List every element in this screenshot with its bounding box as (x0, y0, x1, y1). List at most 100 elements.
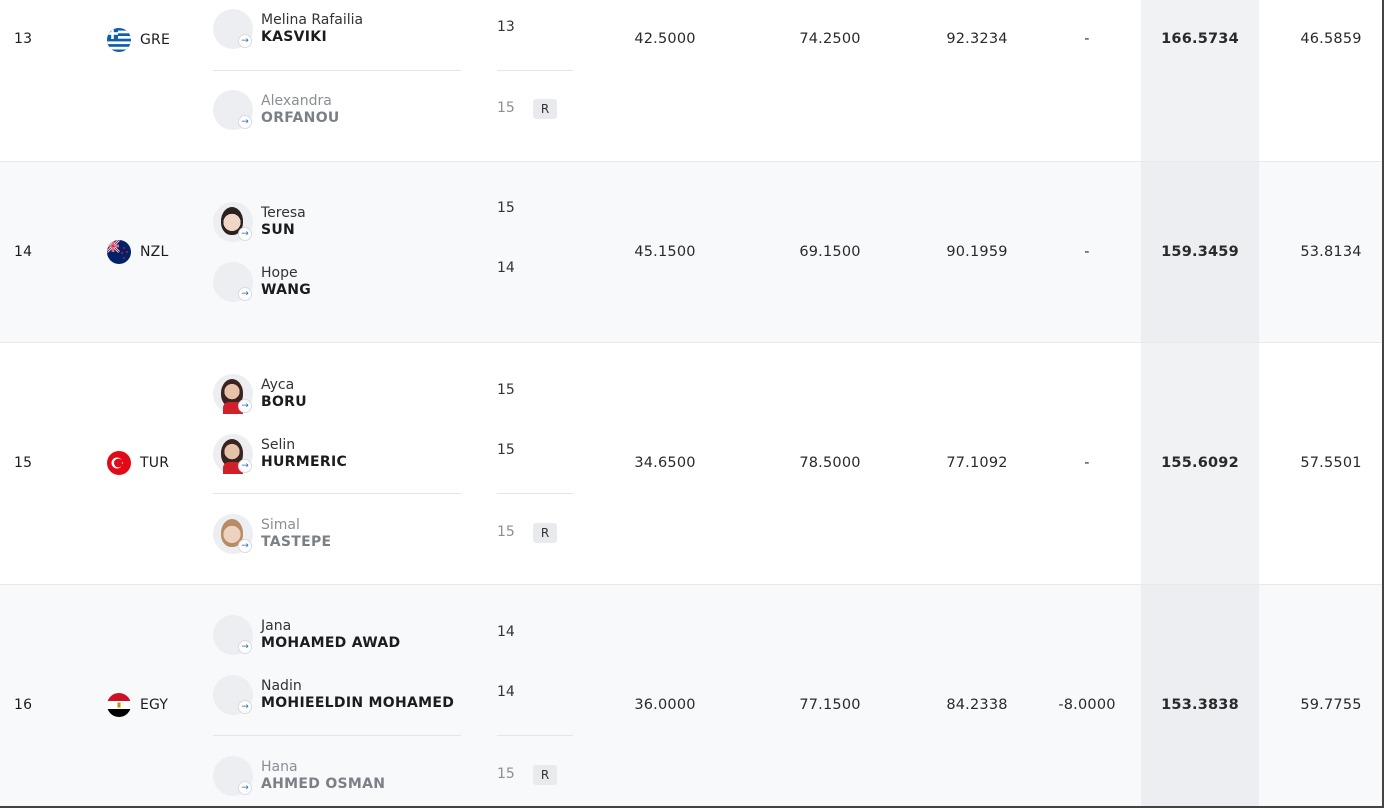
noc[interactable]: EGY (107, 693, 168, 717)
last-name: TASTEPE (261, 534, 332, 550)
e-score: 69.1500 (799, 244, 861, 260)
first-name: Melina Rafailia (261, 12, 364, 28)
rank: 16 (14, 697, 33, 713)
gap: 57.5501 (1300, 455, 1362, 471)
divider (497, 70, 573, 71)
egypt-flag-icon (107, 693, 131, 717)
athlete[interactable]: → Nadin MOHIEELDIN MOHAMED (213, 675, 454, 715)
arrow-right-icon: → (238, 399, 252, 413)
d-score: 42.5000 (634, 31, 696, 47)
arrow-right-icon: → (238, 34, 252, 48)
first-name: Jana (261, 618, 292, 634)
athlete[interactable]: → Melina Rafailia KASVIKI (213, 9, 363, 49)
divider (497, 493, 573, 494)
a-score: 77.1092 (946, 455, 1008, 471)
noc[interactable]: TUR (107, 451, 169, 475)
noc-code: NZL (140, 244, 169, 260)
turkey-flag-icon (107, 451, 131, 475)
athlete-age: 13 (497, 19, 515, 35)
first-name: Ayca (261, 377, 295, 393)
noc[interactable]: GRE (107, 28, 170, 52)
athlete-age: 15 (497, 766, 515, 782)
avatar-photo: → (213, 514, 253, 554)
first-name: Alexandra (261, 93, 332, 109)
total-column-band (1141, 0, 1259, 161)
a-score: 84.2338 (946, 697, 1008, 713)
e-score: 74.2500 (799, 31, 861, 47)
penalty: - (1084, 244, 1090, 260)
athlete-age: 15 (497, 382, 515, 398)
noc-code: TUR (140, 455, 170, 471)
rank: 13 (14, 31, 33, 47)
e-score: 77.1500 (799, 697, 861, 713)
athlete[interactable]: → Hope WANG (213, 262, 311, 302)
athlete-age: 15 (497, 200, 515, 216)
athlete[interactable]: → Ayca BORU (213, 374, 307, 414)
noc-code: GRE (140, 32, 171, 48)
arrow-right-icon: → (238, 227, 252, 241)
first-name: Hana (261, 759, 298, 775)
reserve-badge: R (533, 765, 557, 785)
total-score: 166.5734 (1161, 31, 1239, 47)
greece-flag-icon (107, 28, 131, 52)
d-score: 45.1500 (634, 244, 696, 260)
avatar-photo: → (213, 202, 253, 242)
penalty: -8.0000 (1058, 697, 1116, 713)
first-name: Simal (261, 517, 300, 533)
divider (213, 735, 461, 736)
avatar: → (213, 9, 253, 49)
athlete-age: 14 (497, 684, 515, 700)
first-name: Hope (261, 265, 298, 281)
athlete-age: 14 (497, 260, 515, 276)
reserve-badge: R (533, 523, 557, 543)
avatar-photo: → (213, 434, 253, 474)
penalty: - (1084, 31, 1090, 47)
noc-code: EGY (140, 697, 169, 713)
divider (213, 493, 461, 494)
divider (213, 70, 461, 71)
athlete-reserve[interactable]: → Hana AHMED OSMAN (213, 756, 385, 796)
total-score: 155.6092 (1161, 455, 1239, 471)
first-name: Teresa (261, 205, 306, 221)
last-name: MOHAMED AWAD (261, 635, 401, 651)
gap: 59.7755 (1300, 697, 1362, 713)
athlete-reserve[interactable]: → Simal TASTEPE (213, 514, 331, 554)
arrow-right-icon: → (238, 640, 252, 654)
athlete-age: 15 (497, 442, 515, 458)
athlete[interactable]: → Jana MOHAMED AWAD (213, 615, 400, 655)
arrow-right-icon: → (238, 115, 252, 129)
arrow-right-icon: → (238, 287, 252, 301)
athlete[interactable]: → Teresa SUN (213, 202, 306, 242)
athlete-age: 15 (497, 524, 515, 540)
last-name: BORU (261, 394, 307, 410)
first-name: Nadin (261, 678, 302, 694)
last-name: ORFANOU (261, 110, 340, 126)
noc[interactable]: NZL (107, 240, 168, 264)
a-score: 92.3234 (946, 31, 1008, 47)
avatar: → (213, 90, 253, 130)
gap: 46.5859 (1300, 31, 1362, 47)
last-name: KASVIKI (261, 29, 327, 45)
avatar-photo: → (213, 374, 253, 414)
arrow-right-icon: → (238, 539, 252, 553)
divider (497, 735, 573, 736)
athlete[interactable]: → Selin HURMERIC (213, 434, 347, 474)
total-score: 153.3838 (1161, 697, 1239, 713)
d-score: 36.0000 (634, 697, 696, 713)
arrow-right-icon: → (238, 700, 252, 714)
e-score: 78.5000 (799, 455, 861, 471)
last-name: MOHIEELDIN MOHAMED (261, 695, 455, 711)
table-row: 16 EGY → Jana MOHAMED AWAD 14 → Nadin MOHI… (0, 585, 1382, 806)
arrow-right-icon: → (238, 459, 252, 473)
penalty: - (1084, 455, 1090, 471)
arrow-right-icon: → (238, 781, 252, 795)
d-score: 34.6500 (634, 455, 696, 471)
table-row: 13 GRE → Melina Rafailia KASVIKI 13 → Ale… (0, 0, 1382, 162)
athlete-reserve[interactable]: → Alexandra ORFANOU (213, 90, 340, 130)
table-row: 14 NZL → Teresa SUN 15 → Hope WANG 14 45.1… (0, 162, 1382, 343)
gap: 53.8134 (1300, 244, 1362, 260)
a-score: 90.1959 (946, 244, 1008, 260)
results-table: 13 GRE → Melina Rafailia KASVIKI 13 → Ale… (0, 0, 1384, 808)
table-row: 15 TUR → Ayca BORU 15 → Selin HURMERIC 15 … (0, 343, 1382, 585)
reserve-badge: R (533, 99, 557, 119)
